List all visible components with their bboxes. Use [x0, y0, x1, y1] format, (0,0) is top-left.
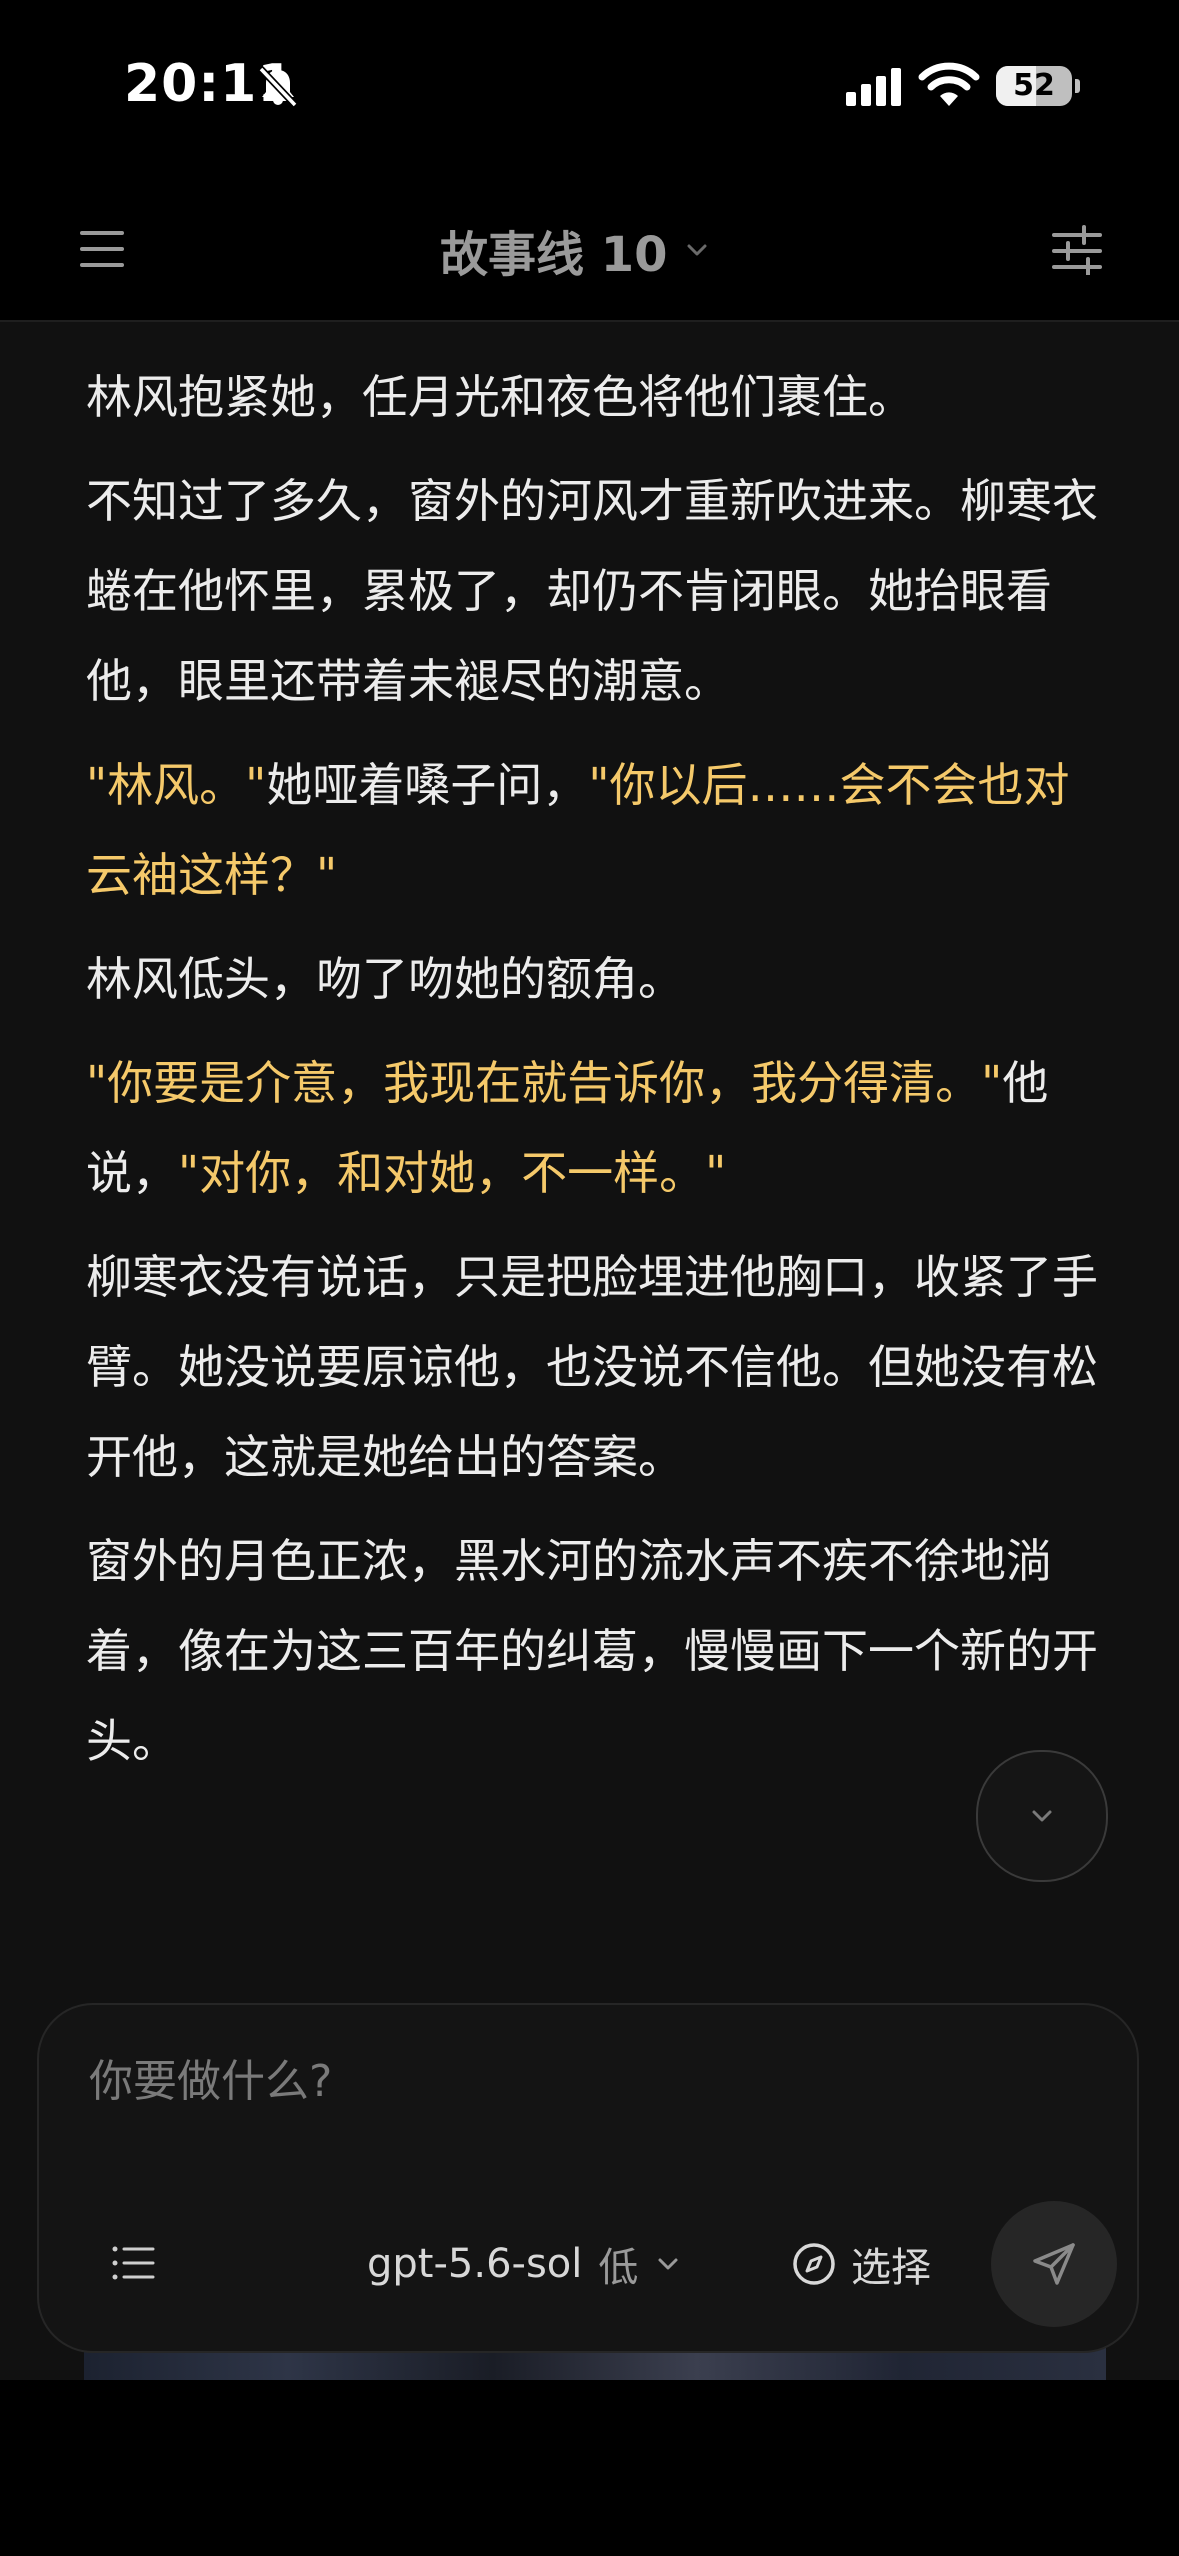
model-selector[interactable]: gpt-5.6-sol 低	[367, 2229, 682, 2299]
send-icon	[1033, 2243, 1075, 2285]
select-button[interactable]: 选择	[791, 2229, 931, 2299]
story-paragraph: 林风抱紧她，任月光和夜色将他们裹住。	[86, 352, 1106, 442]
chevron-down-icon	[687, 244, 707, 256]
cellular-signal-icon	[846, 68, 901, 106]
dialogue-text: "对你，和对她，不一样。"	[178, 1146, 727, 1200]
narration-text: 她哑着嗓子问，	[266, 758, 589, 812]
send-button[interactable]	[991, 2201, 1117, 2327]
narration-text: 林风低头，吻了吻她的额角。	[86, 952, 684, 1006]
list-icon	[112, 2246, 155, 2280]
scroll-to-bottom-button[interactable]	[976, 1750, 1108, 1882]
bottom-safe-area	[0, 2380, 1179, 2556]
dialogue-text: "林风。"	[86, 758, 267, 812]
narration-text: 林风抱紧她，任月光和夜色将他们裹住。	[86, 370, 914, 424]
story-text: 林风抱紧她，任月光和夜色将他们裹住。不知过了多久，窗外的河风才重新吹进来。柳寒衣…	[86, 352, 1106, 1800]
chevron-down-icon	[658, 2258, 678, 2270]
prompt-input[interactable]	[87, 2035, 1091, 2127]
story-paragraph: 不知过了多久，窗外的河风才重新吹进来。柳寒衣蜷在他怀里，累极了，却仍不肯闭眼。她…	[86, 456, 1106, 726]
dialogue-text: "你要是介意，我现在就告诉你，我分得清。"	[86, 1056, 1003, 1110]
bell-slash-icon	[258, 66, 298, 108]
options-list-button[interactable]	[103, 2233, 163, 2293]
story-paragraph: "林风。"她哑着嗓子问，"你以后……会不会也对云袖这样？"	[86, 740, 1106, 920]
story-paragraph: 窗外的月色正浓，黑水河的流水声不疾不徐地淌着，像在为这三百年的纠葛，慢慢画下一个…	[86, 1516, 1106, 1786]
chevron-down-icon	[1032, 1810, 1052, 1822]
compass-icon	[793, 2243, 835, 2285]
storyline-selector[interactable]: 故事线 10	[440, 215, 712, 285]
model-effort: 低	[598, 2245, 639, 2291]
story-paragraph: 林风低头，吻了吻她的额角。	[86, 934, 1106, 1024]
story-header: 故事线 10	[0, 175, 1179, 322]
wifi-icon	[918, 62, 980, 106]
page-title: 故事线 10	[440, 227, 668, 283]
narration-text: 柳寒衣没有说话，只是把脸埋进他胸口，收紧了手臂。她没说要原谅他，也没说不信他。但…	[86, 1250, 1098, 1484]
select-label: 选择	[851, 2245, 931, 2291]
story-paragraph: 柳寒衣没有说话，只是把脸埋进他胸口，收紧了手臂。她没说要原谅他，也没说不信他。但…	[86, 1232, 1106, 1502]
sliders-icon[interactable]	[1050, 225, 1104, 275]
composer: gpt-5.6-sol 低 选择	[37, 2003, 1139, 2353]
status-bar: 20:11 52	[0, 0, 1179, 175]
menu-icon[interactable]	[78, 227, 126, 271]
battery-icon: 52	[996, 66, 1080, 106]
story-paragraph: "你要是介意，我现在就告诉你，我分得清。"他说，"对你，和对她，不一样。"	[86, 1038, 1106, 1218]
model-name: gpt-5.6-sol	[367, 2241, 583, 2287]
narration-text: 不知过了多久，窗外的河风才重新吹进来。柳寒衣蜷在他怀里，累极了，却仍不肯闭眼。她…	[86, 474, 1098, 708]
battery-level: 52	[1013, 68, 1055, 103]
narration-text: 窗外的月色正浓，黑水河的流水声不疾不徐地淌着，像在为这三百年的纠葛，慢慢画下一个…	[86, 1534, 1098, 1768]
